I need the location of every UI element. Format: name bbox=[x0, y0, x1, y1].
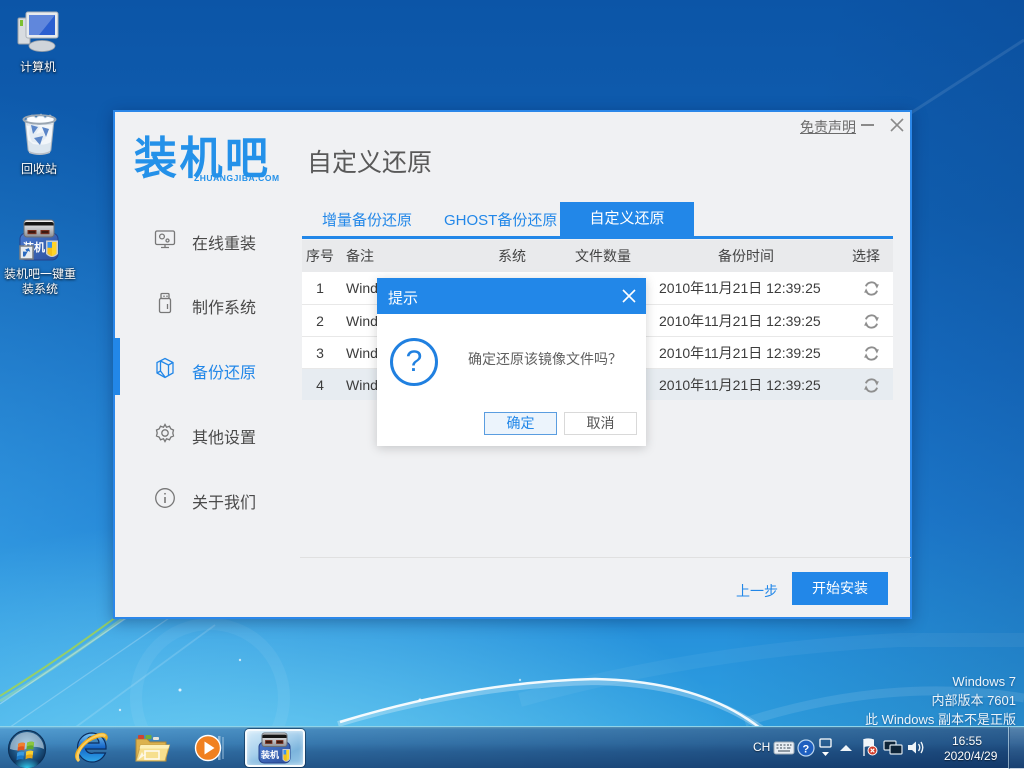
svg-text:装机: 装机 bbox=[260, 749, 279, 760]
svg-text:?: ? bbox=[803, 744, 810, 756]
